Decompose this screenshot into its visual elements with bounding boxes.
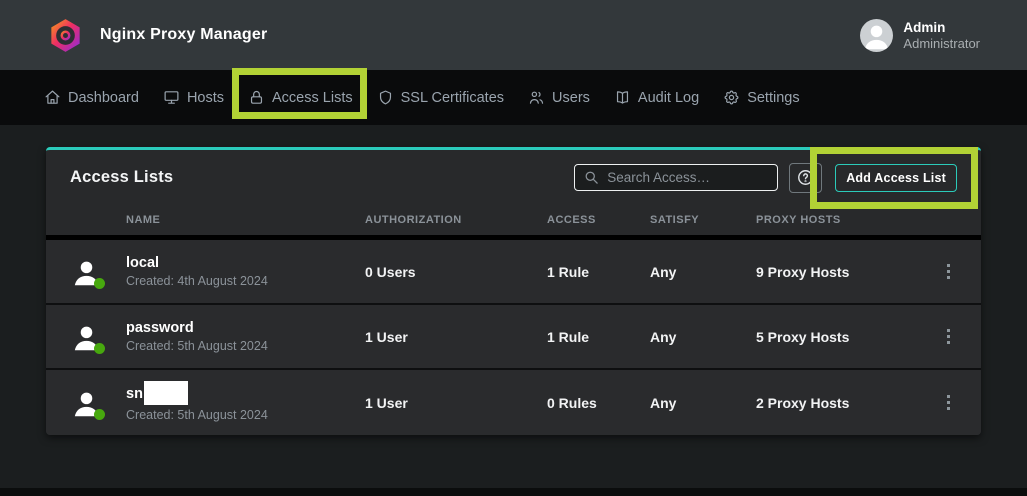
access-value: 0 Rules [547,395,650,411]
panel-header: Access Lists Add Access List [46,150,981,205]
users-icon [528,89,545,106]
row-menu-ellipsis-icon[interactable] [943,325,954,348]
app-header: Nginx Proxy Manager Admin Administrator [0,0,1027,70]
column-header-name: NAME [126,214,365,226]
row-menu-ellipsis-icon[interactable] [943,391,954,414]
nav-item-hosts[interactable]: Hosts [163,70,224,125]
shield-icon [377,89,394,106]
access-list-name: sn [126,386,143,402]
nav-label: Audit Log [638,90,699,106]
row-avatar [70,386,103,419]
created-date: Created: 4th August 2024 [126,274,365,288]
search-icon [584,170,599,185]
created-date: Created: 5th August 2024 [126,408,365,422]
search-input[interactable] [607,170,768,185]
satisfy-value: Any [650,264,756,280]
nav-label: Access Lists [272,90,353,106]
access-list-name: local [126,255,365,271]
access-lists-panel: Access Lists Add Access List [46,147,981,435]
column-header-access: ACCESS [547,214,650,226]
status-online-dot [94,409,105,420]
nav-item-settings[interactable]: Settings [723,70,799,125]
add-access-list-button[interactable]: Add Access List [835,164,957,192]
proxy-hosts-value: 9 Proxy Hosts [756,264,943,280]
table-row: password Created: 5th August 2024 1 User… [46,305,981,370]
column-header-satisfy: SATISFY [650,214,756,226]
user-role: Administrator [903,36,980,52]
nav-label: SSL Certificates [401,90,504,106]
nav-item-users[interactable]: Users [528,70,590,125]
authorization-value: 1 User [365,329,547,345]
authorization-value: 1 User [365,395,547,411]
redaction-box [144,381,188,405]
nav-label: Settings [747,90,799,106]
app-title: Nginx Proxy Manager [100,26,267,44]
column-header-authorization: AUTHORIZATION [365,214,547,226]
page-title: Access Lists [70,168,173,187]
table-header: NAME AUTHORIZATION ACCESS SATISFY PROXY … [46,205,981,240]
nav-label: Dashboard [68,90,139,106]
book-icon [614,89,631,106]
nav-item-audit-log[interactable]: Audit Log [614,70,699,125]
monitor-icon [163,89,180,106]
satisfy-value: Any [650,329,756,345]
access-value: 1 Rule [547,264,650,280]
access-list-name: password [126,320,365,336]
user-avatar [860,19,893,52]
home-icon [44,89,61,106]
table-row: sn Created: 5th August 2024 1 User 0 Rul… [46,370,981,435]
lock-icon [248,89,265,106]
proxy-hosts-value: 5 Proxy Hosts [756,329,943,345]
help-icon [796,168,815,187]
proxy-hosts-value: 2 Proxy Hosts [756,395,943,411]
satisfy-value: Any [650,395,756,411]
status-online-dot [94,278,105,289]
access-value: 1 Rule [547,329,650,345]
nav-label: Hosts [187,90,224,106]
nav-label: Users [552,90,590,106]
help-button[interactable] [789,163,822,193]
table-row: local Created: 4th August 2024 0 Users 1… [46,240,981,305]
nav-item-access-lists[interactable]: Access Lists [248,70,353,125]
authorization-value: 0 Users [365,264,547,280]
row-avatar [70,320,103,353]
created-date: Created: 5th August 2024 [126,339,365,353]
column-header-proxy-hosts: PROXY HOSTS [756,214,943,226]
gear-icon [723,89,740,106]
search-box [574,164,778,191]
status-online-dot [94,343,105,354]
user-menu[interactable]: Admin Administrator [860,19,980,52]
row-avatar [70,255,103,288]
nav-item-ssl-certificates[interactable]: SSL Certificates [377,70,504,125]
window-bottom-edge [0,488,1027,496]
row-menu-ellipsis-icon[interactable] [943,260,954,283]
npm-logo-icon [48,18,83,53]
nav-item-dashboard[interactable]: Dashboard [44,70,139,125]
user-name: Admin [903,19,980,36]
main-nav: Dashboard Hosts Access Lists SSL Certifi… [0,70,1027,125]
page-background: Access Lists Add Access List [0,125,1027,496]
